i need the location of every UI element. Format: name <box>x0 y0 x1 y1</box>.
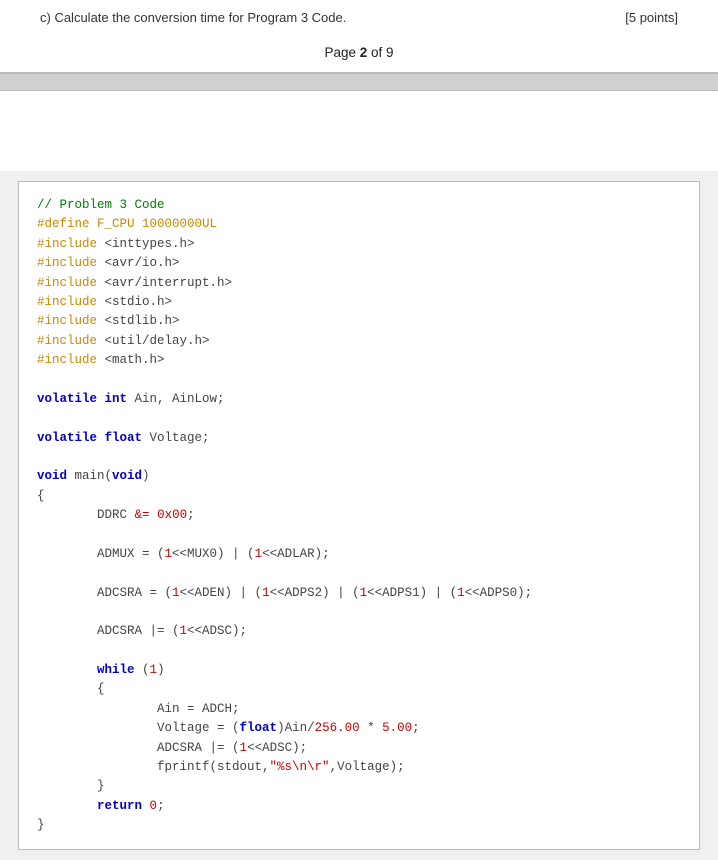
code-void-main: void <box>37 469 67 483</box>
code-volatile-float: volatile <box>37 431 97 445</box>
page-number-bar: Page 2 of 9 <box>0 35 718 73</box>
code-section: // Problem 3 Code #define F_CPU 10000000… <box>18 181 700 850</box>
code-include-2: #include <box>37 256 97 270</box>
code-include-6: #include <box>37 334 97 348</box>
code-include-5: #include <box>37 314 97 328</box>
code-include-1: #include <box>37 237 97 251</box>
question-text: c) Calculate the conversion time for Pro… <box>40 10 346 25</box>
code-volatile-int: volatile <box>37 392 97 406</box>
code-block: // Problem 3 Code #define F_CPU 10000000… <box>37 196 681 835</box>
points-text: [5 points] <box>625 10 678 25</box>
question-bar: c) Calculate the conversion time for Pro… <box>0 0 718 35</box>
code-include-7: #include <box>37 353 97 367</box>
code-include-3: #include <box>37 276 97 290</box>
top-spacer <box>0 91 718 171</box>
page-text: Page 2 of 9 <box>324 45 393 60</box>
code-include-4: #include <box>37 295 97 309</box>
code-while: while <box>97 663 135 677</box>
page-divider <box>0 73 718 91</box>
code-define: #define F_CPU 10000000UL <box>37 217 217 231</box>
code-comment: // Problem 3 Code <box>37 198 165 212</box>
